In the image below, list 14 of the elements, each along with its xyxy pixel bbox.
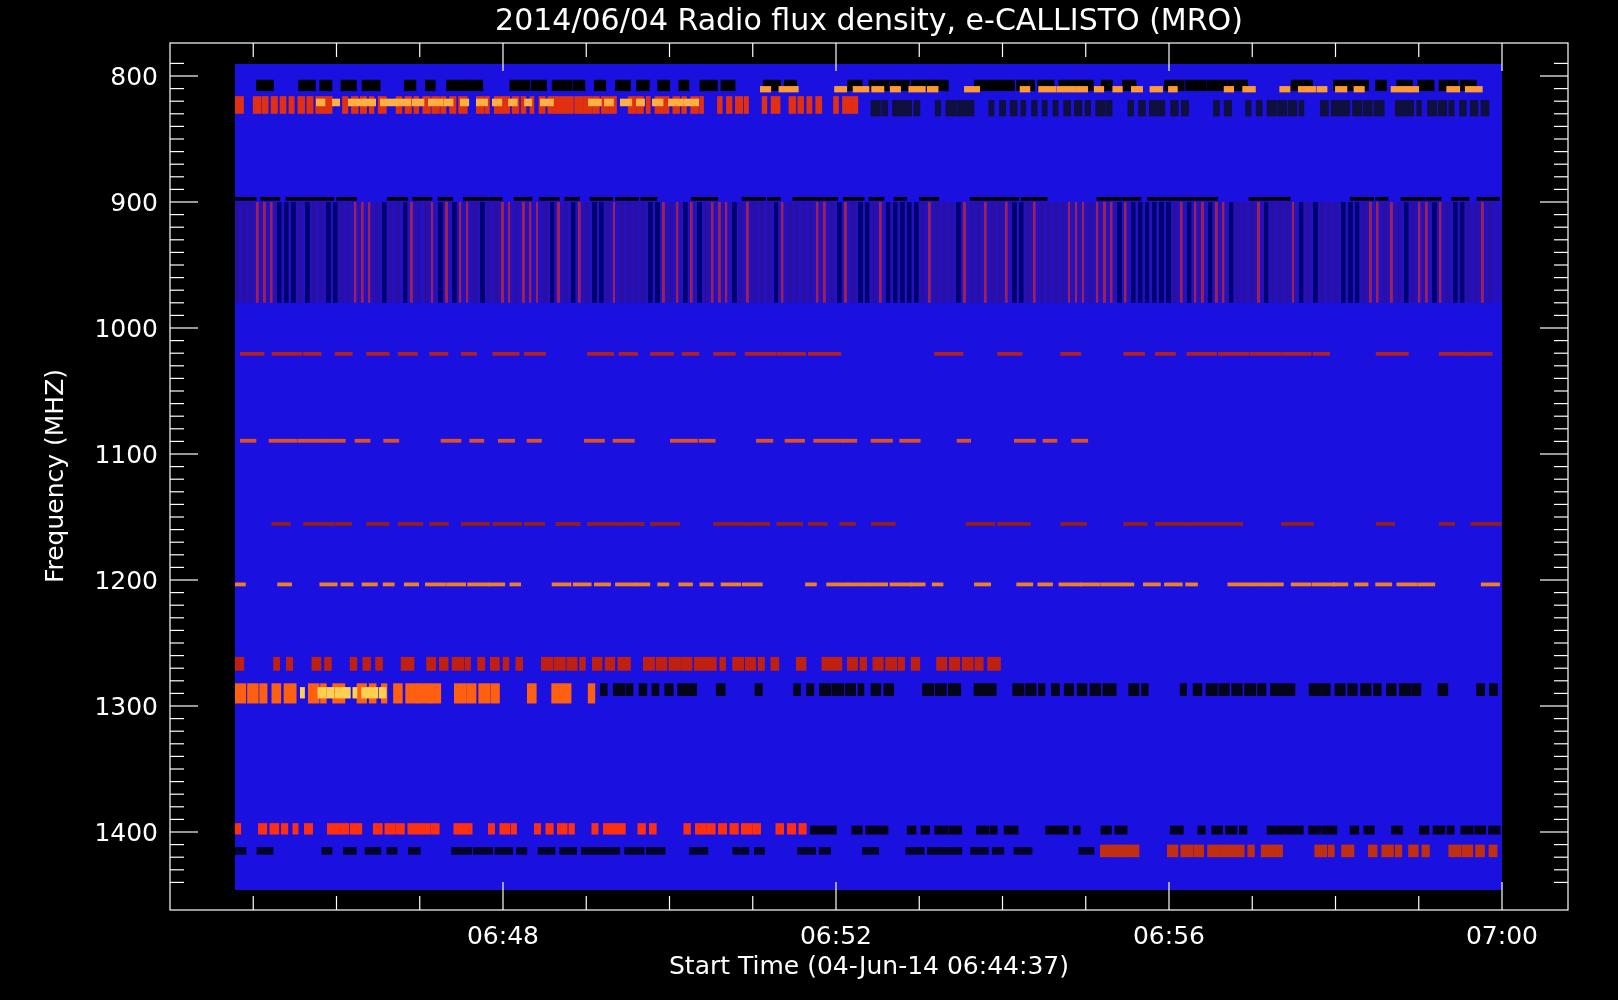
y-tick-label: 1400 bbox=[94, 818, 158, 847]
y-tick-label: 800 bbox=[110, 62, 158, 91]
y-tick-label: 1000 bbox=[94, 314, 158, 343]
y-tick-label: 1200 bbox=[94, 566, 158, 595]
x-tick-label: 06:56 bbox=[1133, 921, 1205, 950]
x-tick-label: 06:52 bbox=[800, 921, 872, 950]
y-axis-label: Frequency (MHZ) bbox=[40, 368, 69, 584]
x-tick-label: 07:00 bbox=[1466, 921, 1538, 950]
x-tick-label: 06:48 bbox=[467, 921, 539, 950]
y-tick-label: 900 bbox=[110, 188, 158, 217]
y-tick-label: 1100 bbox=[94, 440, 158, 469]
y-tick-label: 1300 bbox=[94, 692, 158, 721]
x-axis-label: Start Time (04-Jun-14 06:44:37) bbox=[669, 951, 1069, 980]
plot-title: 2014/06/04 Radio flux density, e-CALLISTO (MRO) bbox=[495, 2, 1243, 37]
